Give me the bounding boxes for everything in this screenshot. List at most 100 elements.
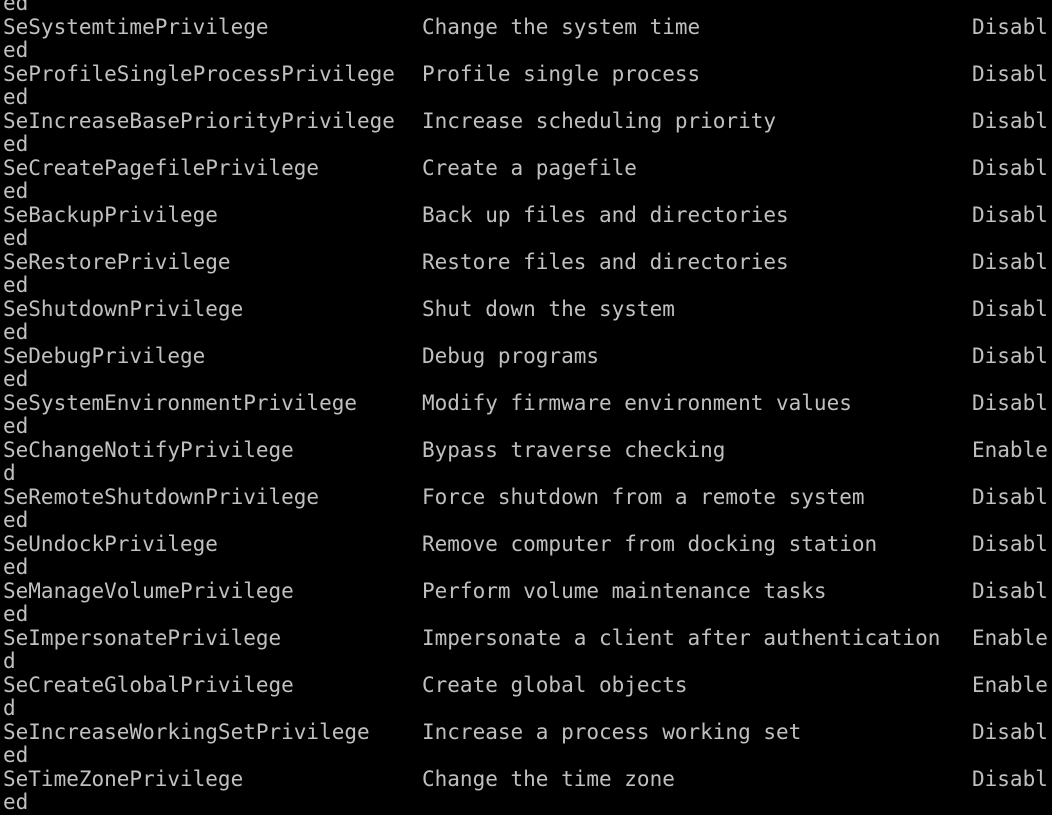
wrapped-state-fragment: ed: [3, 603, 1052, 627]
privilege-state: Enable: [972, 438, 1048, 462]
privilege-state: Disabl: [972, 532, 1048, 556]
state-fragment-text: ed: [3, 274, 29, 297]
privilege-state: Enable: [972, 673, 1048, 697]
privilege-state: Disabl: [972, 767, 1048, 791]
privilege-description: Debug programs: [422, 344, 600, 368]
privilege-state: Disabl: [972, 579, 1048, 603]
privilege-state: Disabl: [972, 203, 1048, 227]
privilege-name: SeProfileSingleProcessPrivilege: [3, 62, 395, 86]
wrapped-state-fragment: ed: [3, 133, 1052, 157]
privilege-state: Enable: [972, 626, 1048, 650]
privilege-row: SeCreatePagefilePrivilege Create a pagefi…: [3, 157, 1052, 181]
privilege-description: Modify firmware environment values: [422, 391, 852, 415]
privilege-state: Disabl: [972, 344, 1048, 368]
privilege-description: Bypass traverse checking: [422, 438, 726, 462]
privilege-description: Change the time zone: [422, 767, 675, 791]
privilege-description: Profile single process: [422, 62, 701, 86]
privilege-row: SeUndockPrivilege Remove computer from do…: [3, 533, 1052, 557]
privilege-row: SeRemoteShutdownPrivilege Force shutdown …: [3, 486, 1052, 510]
privilege-description: Create global objects: [422, 673, 688, 697]
privilege-description: Impersonate a client after authenticatio…: [422, 626, 941, 650]
state-fragment-text: ed: [3, 368, 29, 391]
wrapped-state-fragment: ed: [3, 509, 1052, 533]
privilege-row: SeRestorePrivilege Restore files and dire…: [3, 251, 1052, 275]
privilege-name: SeIncreaseWorkingSetPrivilege: [3, 720, 370, 744]
privilege-state: Disabl: [972, 250, 1048, 274]
wrapped-state-fragment: ed: [3, 321, 1052, 345]
console-output[interactable]: ed SeSystemtimePrivilege Change the system…: [0, 0, 1052, 815]
state-fragment-text: ed: [3, 86, 29, 109]
privilege-state: Disabl: [972, 485, 1048, 509]
privilege-state: Disabl: [972, 156, 1048, 180]
wrapped-state-fragment: ed: [3, 86, 1052, 110]
privilege-name: SeRestorePrivilege: [3, 250, 231, 274]
wrapped-state-fragment: ed: [3, 0, 1052, 16]
privilege-description: Restore files and directories: [422, 250, 789, 274]
state-fragment-text: ed: [3, 415, 29, 438]
state-fragment-text: ed: [3, 791, 29, 814]
wrapped-state-fragment: ed: [3, 227, 1052, 251]
privilege-name: SeImpersonatePrivilege: [3, 626, 282, 650]
state-fragment-text: ed: [3, 603, 29, 626]
privilege-name: SeManageVolumePrivilege: [3, 579, 294, 603]
privilege-row: SeSystemEnvironmentPrivilege Modify firmw…: [3, 392, 1052, 416]
privilege-description: Increase scheduling priority: [422, 109, 777, 133]
privilege-row: SeShutdownPrivilege Shut down the system D…: [3, 298, 1052, 322]
state-fragment-text: ed: [3, 133, 29, 156]
privilege-description: Force shutdown from a remote system: [422, 485, 865, 509]
wrapped-state-fragment: ed: [3, 274, 1052, 298]
privilege-description: Create a pagefile: [422, 156, 637, 180]
privilege-state: Disabl: [972, 15, 1048, 39]
privilege-name: SeUndockPrivilege: [3, 532, 218, 556]
state-fragment-text: d: [3, 650, 16, 673]
privilege-description: Shut down the system: [422, 297, 675, 321]
wrapped-state-fragment: ed: [3, 368, 1052, 392]
privilege-description: Back up files and directories: [422, 203, 789, 227]
privilege-name: SeCreatePagefilePrivilege: [3, 156, 320, 180]
privilege-name: SeBackupPrivilege: [3, 203, 218, 227]
privilege-name: SeDebugPrivilege: [3, 344, 206, 368]
wrapped-state-fragment: d: [3, 650, 1052, 674]
privilege-description: Remove computer from docking station: [422, 532, 878, 556]
privilege-row: SeImpersonatePrivilege Impersonate a clie…: [3, 627, 1052, 651]
privilege-row: SeManageVolumePrivilege Perform volume ma…: [3, 580, 1052, 604]
privilege-name: SeTimeZonePrivilege: [3, 767, 244, 791]
privilege-row: SeDebugPrivilege Debug programs Disabl: [3, 345, 1052, 369]
privilege-row: SeChangeNotifyPrivilege Bypass traverse c…: [3, 439, 1052, 463]
privilege-name: SeRemoteShutdownPrivilege: [3, 485, 320, 509]
state-fragment-text: ed: [3, 321, 29, 344]
wrapped-state-fragment: ed: [3, 39, 1052, 63]
privilege-name: SeSystemtimePrivilege: [3, 15, 269, 39]
privilege-row: SeBackupPrivilege Back up files and direc…: [3, 204, 1052, 228]
wrapped-state-fragment: ed: [3, 415, 1052, 439]
privilege-name: SeShutdownPrivilege: [3, 297, 244, 321]
privilege-row: SeProfileSingleProcessPrivilege Profile s…: [3, 63, 1052, 87]
state-fragment-text: ed: [3, 744, 29, 767]
privilege-description: Change the system time: [422, 15, 701, 39]
privilege-state: Disabl: [972, 62, 1048, 86]
privilege-name: SeCreateGlobalPrivilege: [3, 673, 294, 697]
state-fragment-text: ed: [3, 509, 29, 532]
state-fragment-text: ed: [3, 0, 29, 15]
privilege-row: SeIncreaseWorkingSetPrivilege Increase a …: [3, 721, 1052, 745]
wrapped-state-fragment: ed: [3, 180, 1052, 204]
wrapped-state-fragment: d: [3, 697, 1052, 721]
privilege-name: SeIncreaseBasePriorityPrivilege: [3, 109, 395, 133]
wrapped-state-fragment: ed: [3, 556, 1052, 580]
privilege-state: Disabl: [972, 391, 1048, 415]
privilege-state: Disabl: [972, 720, 1048, 744]
state-fragment-text: ed: [3, 39, 29, 62]
wrapped-state-fragment: d: [3, 462, 1052, 486]
privilege-row: SeCreateGlobalPrivilege Create global obj…: [3, 674, 1052, 698]
privilege-name: SeSystemEnvironmentPrivilege: [3, 391, 358, 415]
state-fragment-text: ed: [3, 556, 29, 579]
privilege-name: SeChangeNotifyPrivilege: [3, 438, 294, 462]
privilege-state: Disabl: [972, 109, 1048, 133]
privilege-row: SeSystemtimePrivilege Change the system t…: [3, 16, 1052, 40]
privilege-description: Increase a process working set: [422, 720, 802, 744]
state-fragment-text: ed: [3, 180, 29, 203]
privilege-row: SeTimeZonePrivilege Change the time zone D…: [3, 768, 1052, 792]
privilege-state: Disabl: [972, 297, 1048, 321]
wrapped-state-fragment: ed: [3, 744, 1052, 768]
state-fragment-text: d: [3, 462, 16, 485]
